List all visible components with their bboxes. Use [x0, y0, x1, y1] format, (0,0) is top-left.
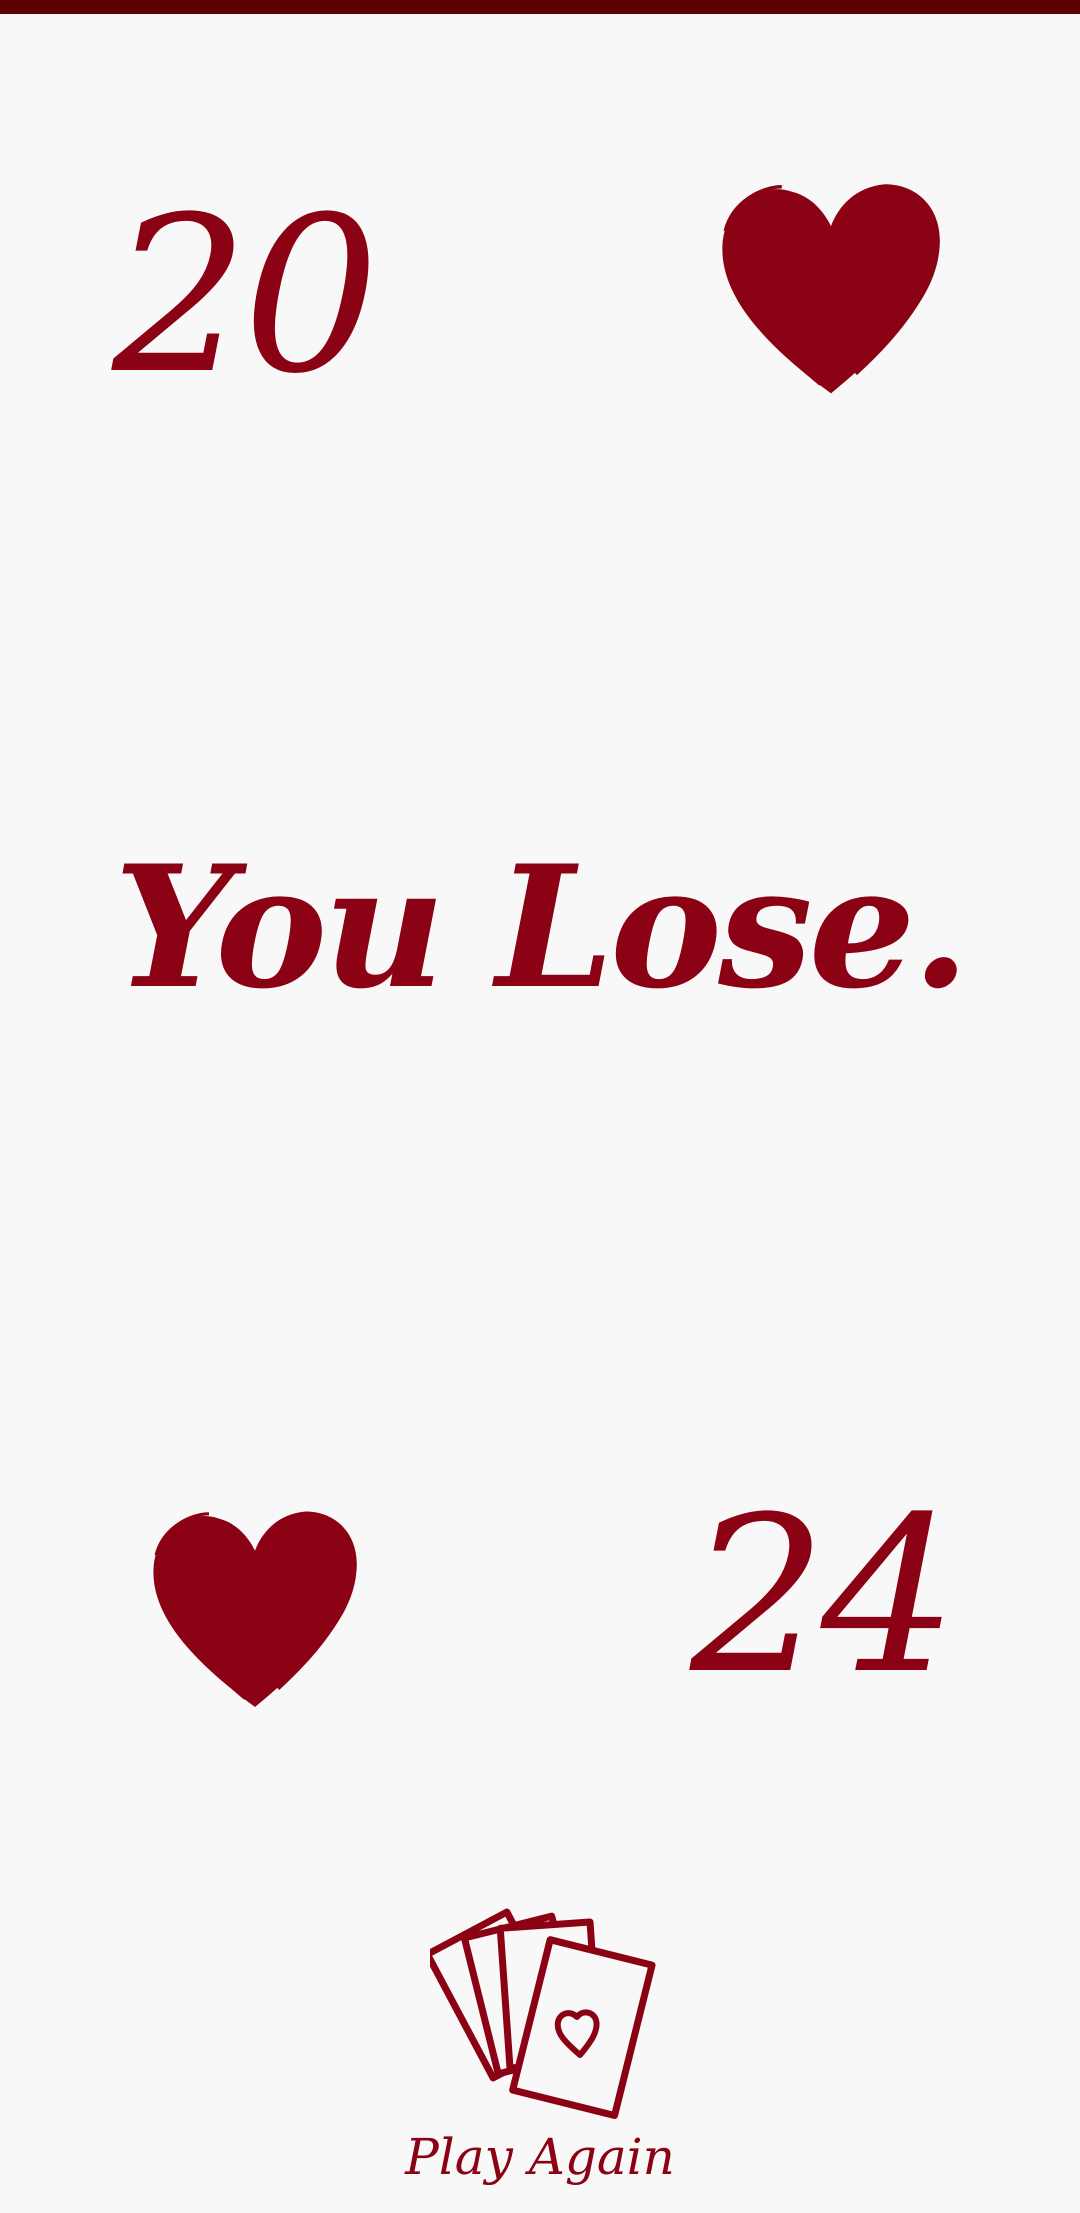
playing-cards-icon[interactable] [430, 1890, 660, 2125]
bottom-score: 24 [690, 1470, 958, 1721]
play-again-label[interactable]: Play Again [380, 2130, 700, 2185]
heart-icon [153, 1511, 357, 1707]
heart-icon [722, 184, 940, 394]
top-score: 20 [112, 170, 380, 421]
top-bar [0, 0, 1080, 14]
play-again-button[interactable]: Play Again [380, 1890, 700, 2200]
game-result-text: You Lose. [113, 828, 970, 1026]
